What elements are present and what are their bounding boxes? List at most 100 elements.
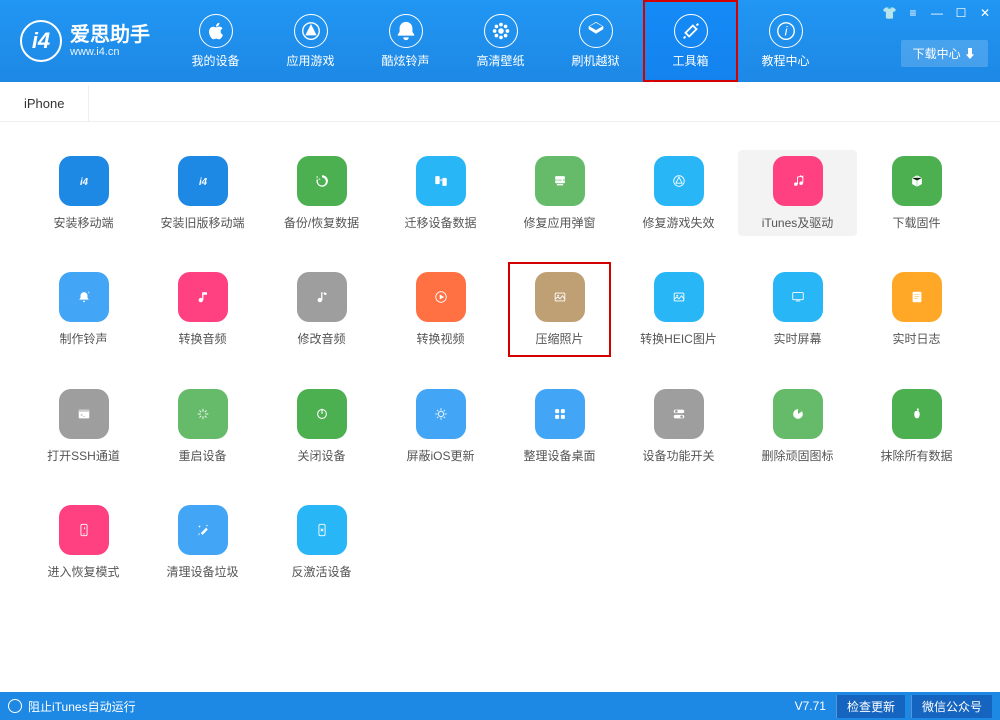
appstore-icon <box>654 156 704 206</box>
tool-0[interactable]: i4 安装移动端 <box>24 150 143 236</box>
reboot-icon <box>178 389 228 439</box>
tool-17[interactable]: 重启设备 <box>143 383 262 469</box>
i4-icon: i4 <box>178 156 228 206</box>
tool-label: 修复游戏失效 <box>642 216 714 230</box>
nav-label: 酷炫铃声 <box>381 52 429 69</box>
tool-24[interactable]: 进入恢复模式 <box>24 499 143 585</box>
tool-label: 整理设备桌面 <box>523 449 595 463</box>
image-icon <box>654 272 704 322</box>
tool-label: 压缩照片 <box>535 332 583 346</box>
tool-1[interactable]: i4安装旧版移动端 <box>143 150 262 236</box>
tool-16[interactable]: >_打开SSH通道 <box>24 383 143 469</box>
toggle-icon <box>654 389 704 439</box>
status-indicator-icon <box>8 699 22 713</box>
tool-15[interactable]: 实时日志 <box>857 266 976 352</box>
nav-label: 应用游戏 <box>286 52 334 69</box>
header: i4 爱思助手 www.i4.cn 我的设备应用游戏 酷炫铃声 高清壁纸 刷机越狱工具… <box>0 0 1000 82</box>
tool-label: 抹除所有数据 <box>880 449 952 463</box>
tool-9[interactable]: 转换音频 <box>143 266 262 352</box>
check-update-button[interactable]: 检查更新 <box>836 695 905 718</box>
tool-2[interactable]: 备份/恢复数据 <box>262 150 381 236</box>
tool-4[interactable]: Apple ID 修复应用弹窗 <box>500 150 619 236</box>
restore-icon <box>297 156 347 206</box>
clean-icon <box>178 505 228 555</box>
i4-icon: i4 <box>59 156 109 206</box>
tool-11[interactable]: 转换视频 <box>381 266 500 352</box>
svg-text:Apple ID: Apple ID <box>554 178 567 182</box>
maximize-button[interactable]: ☐ <box>954 6 968 20</box>
menu-icon[interactable]: ≡ <box>906 6 920 20</box>
note-icon <box>178 272 228 322</box>
window-controls: 👕 ≡ — ☐ ✕ <box>882 6 992 20</box>
apple-icon <box>892 389 942 439</box>
svg-text:+: + <box>87 290 90 295</box>
bell-icon: + <box>59 272 109 322</box>
logo[interactable]: i4 爱思助手 www.i4.cn <box>20 20 150 62</box>
toolbox-icon <box>674 14 708 48</box>
play-icon <box>416 272 466 322</box>
tool-25[interactable]: 清理设备垃圾 <box>143 499 262 585</box>
screen-icon <box>773 272 823 322</box>
wechat-button[interactable]: 微信公众号 <box>911 695 992 718</box>
tool-label: 备份/恢复数据 <box>284 216 359 230</box>
nav-label: 工具箱 <box>672 52 708 69</box>
tool-13[interactable]: 转换HEIC图片 <box>619 266 738 352</box>
tool-label: 转换音频 <box>178 332 226 346</box>
tool-label: 进入恢复模式 <box>47 565 119 579</box>
tool-21[interactable]: 设备功能开关 <box>619 383 738 469</box>
apps-icon <box>294 14 328 48</box>
nav-tutorials[interactable]: i教程中心 <box>738 0 833 82</box>
svg-text:i4: i4 <box>79 177 88 188</box>
tool-label: 实时日志 <box>892 332 940 346</box>
nav-toolbox[interactable]: 工具箱 <box>643 0 738 82</box>
tool-20[interactable]: 整理设备桌面 <box>500 383 619 469</box>
tool-label: 修复应用弹窗 <box>523 216 595 230</box>
close-button[interactable]: ✕ <box>978 6 992 20</box>
tool-label: 反激活设备 <box>291 565 351 579</box>
tool-label: 迁移设备数据 <box>404 216 476 230</box>
note-edit-icon <box>297 272 347 322</box>
tool-label: 设备功能开关 <box>642 449 714 463</box>
recovery-icon <box>59 505 109 555</box>
tool-5[interactable]: 修复游戏失效 <box>619 150 738 236</box>
tool-23[interactable]: 抹除所有数据 <box>857 383 976 469</box>
nav-label: 高清壁纸 <box>476 52 524 69</box>
tool-8[interactable]: + 制作铃声 <box>24 266 143 352</box>
logo-badge-icon: i4 <box>20 20 62 62</box>
download-center-button[interactable]: 下载中心 ⬇ <box>901 40 988 67</box>
tool-label: iTunes及驱动 <box>762 216 834 230</box>
shirt-icon[interactable]: 👕 <box>882 6 896 20</box>
nav-apps[interactable]: 应用游戏 <box>263 0 358 82</box>
nav-device[interactable]: 我的设备 <box>168 0 263 82</box>
nav-label: 教程中心 <box>761 52 809 69</box>
tab-iphone[interactable]: iPhone <box>0 85 89 121</box>
tool-label: 实时屏幕 <box>773 332 821 346</box>
tool-label: 安装移动端 <box>53 216 113 230</box>
ringtones-icon <box>389 14 423 48</box>
tool-12[interactable]: 压缩照片 <box>500 266 619 352</box>
tool-18[interactable]: 关闭设备 <box>262 383 381 469</box>
nav-ringtones[interactable]: 酷炫铃声 <box>358 0 453 82</box>
tool-10[interactable]: 修改音频 <box>262 266 381 352</box>
tool-14[interactable]: 实时屏幕 <box>738 266 857 352</box>
svg-text:>_: >_ <box>80 412 85 417</box>
tool-7[interactable]: 下载固件 <box>857 150 976 236</box>
log-icon <box>892 272 942 322</box>
gear-icon <box>416 389 466 439</box>
tool-label: 关闭设备 <box>297 449 345 463</box>
flash-icon <box>579 14 613 48</box>
nav-wallpapers[interactable]: 高清壁纸 <box>453 0 548 82</box>
status-bar: 阻止iTunes自动运行 V7.71 检查更新 微信公众号 <box>0 692 1000 720</box>
nav-flash[interactable]: 刷机越狱 <box>548 0 643 82</box>
minimize-button[interactable]: — <box>930 6 944 20</box>
tools-panel: i4 安装移动端 i4安装旧版移动端备份/恢复数据 迁移设备数据 Apple ID 修复应… <box>0 122 1000 614</box>
tool-6[interactable]: iTunes及驱动 <box>738 150 857 236</box>
tab-strip: iPhone <box>0 82 1000 122</box>
cube-icon <box>892 156 942 206</box>
tool-19[interactable]: 屏蔽iOS更新 <box>381 383 500 469</box>
tool-22[interactable]: 删除顽固图标 <box>738 383 857 469</box>
tool-label: 制作铃声 <box>59 332 107 346</box>
tool-26[interactable]: 反激活设备 <box>262 499 381 585</box>
tool-3[interactable]: 迁移设备数据 <box>381 150 500 236</box>
image-icon <box>535 272 585 322</box>
